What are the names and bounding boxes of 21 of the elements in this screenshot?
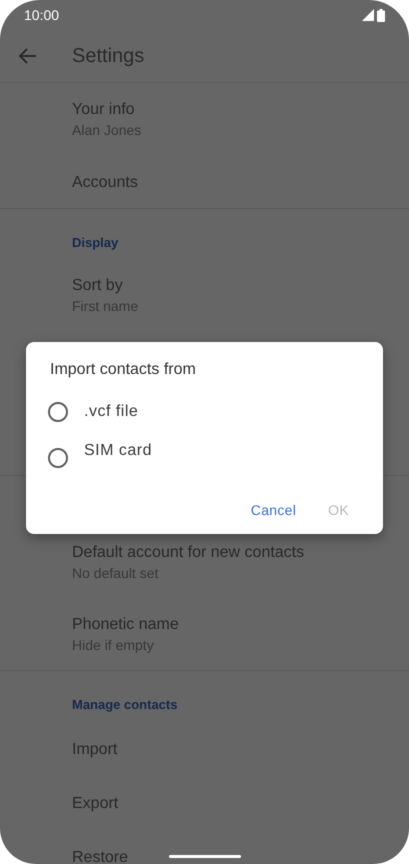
page-title: Settings xyxy=(72,44,144,69)
dialog-title: Import contacts from xyxy=(50,360,197,380)
item-title: Sort by xyxy=(72,276,124,296)
settings-item[interactable]: Export xyxy=(0,777,409,831)
item-title: Default account for new contacts xyxy=(72,543,306,563)
settings-item[interactable]: Restore xyxy=(0,831,409,864)
radio-option[interactable]: .vcf file xyxy=(48,390,357,434)
radio-icon xyxy=(48,448,68,468)
back-arrow-icon xyxy=(19,48,37,64)
dialog-button[interactable]: Cancel xyxy=(236,492,310,528)
radio-option[interactable]: SIM card xyxy=(48,436,357,480)
settings-item[interactable]: Import xyxy=(0,723,409,777)
signal-icon xyxy=(362,9,374,21)
section-header: Display xyxy=(72,234,120,252)
settings-item[interactable]: Accounts xyxy=(0,157,409,208)
status-time: 10:00 xyxy=(24,6,60,24)
radio-icon xyxy=(48,402,68,422)
battery-icon xyxy=(377,8,385,22)
section-header: Manage contacts xyxy=(72,696,178,714)
item-title: Phonetic name xyxy=(72,614,180,634)
item-title: Your info xyxy=(72,100,136,120)
